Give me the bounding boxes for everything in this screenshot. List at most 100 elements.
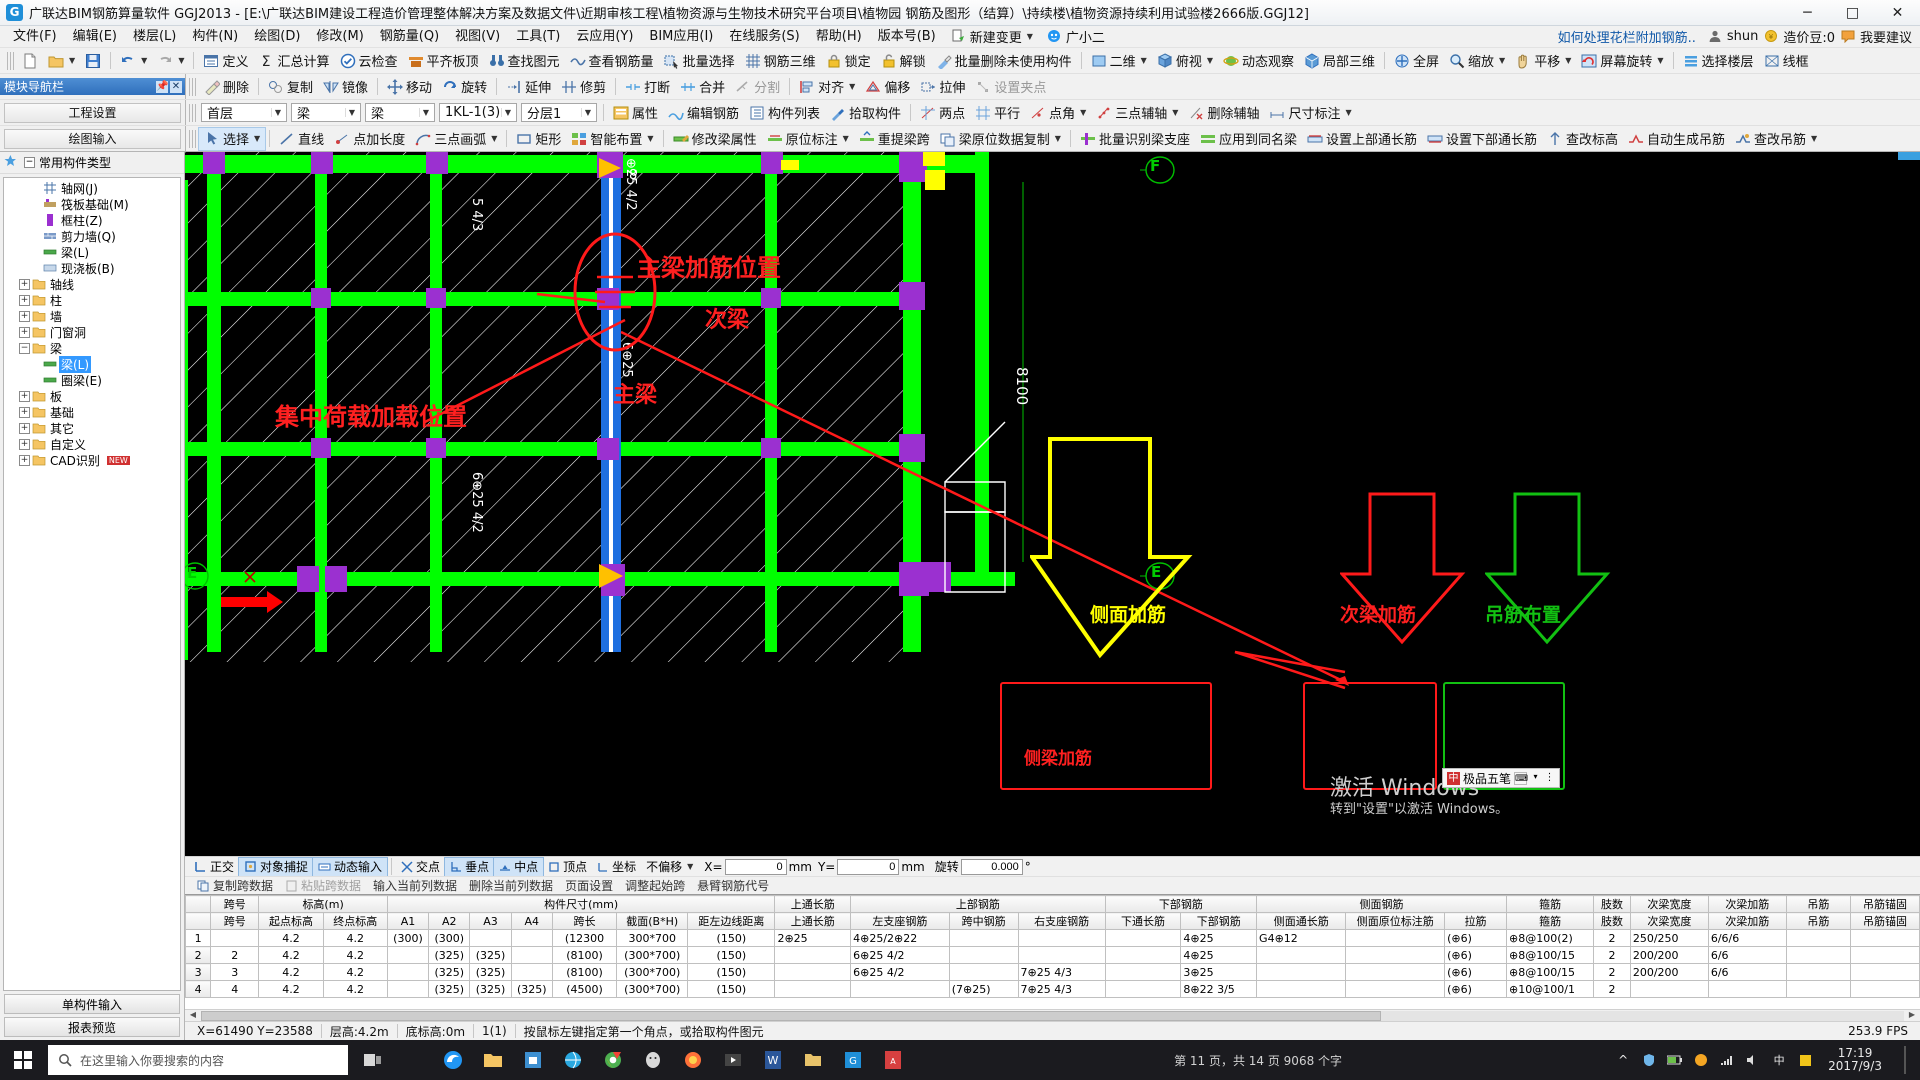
minimize-button[interactable]: ─ [1785,0,1830,26]
cantilever-rebar-code-button[interactable]: 悬臂钢筋代号 [691,877,775,894]
pick-component-button[interactable]: 拾取构件 [825,102,906,124]
table-cell-hanger[interactable] [1785,980,1852,998]
table-cell-legs[interactable]: 2 [1593,963,1631,981]
new-file-button[interactable] [17,50,43,72]
pin-icon[interactable]: 📌 [156,80,168,93]
chevron-down-icon[interactable]: ▼ [843,134,849,143]
tray-shield-icon[interactable] [1638,1040,1660,1080]
tree-item-9[interactable]: + 门窗洞 [4,324,180,340]
table-cell-end_elev[interactable]: 4.2 [322,963,388,981]
chevron-down-icon[interactable]: ▼ [1657,56,1663,65]
table-cell-a4[interactable] [510,963,553,981]
tree-item-17[interactable]: + CAD识别 NEW [4,452,180,468]
table-cell-hanger[interactable] [1785,929,1852,947]
table-cell-top_through[interactable] [774,980,852,998]
table-cell-a1[interactable] [386,980,430,998]
line-button[interactable]: 直线 [274,128,329,150]
beam-data-copy-button[interactable]: 梁原位数据复制 ▼ [935,128,1066,150]
batch-recognize-support-button[interactable]: 批量识别梁支座 [1075,128,1195,150]
chrome-icon[interactable] [594,1040,632,1080]
start-button[interactable] [0,1040,46,1080]
store-icon[interactable] [514,1040,552,1080]
tree-item-13[interactable]: + 板 [4,388,180,404]
table-cell-hanger[interactable] [1785,963,1852,981]
taskbar-clock[interactable]: 17:19 2017/9/3 [1820,1047,1890,1073]
table-cell-span[interactable]: 2 [210,946,260,964]
offset-button[interactable]: 偏移 [860,76,915,98]
table-cell-left_sup[interactable] [850,980,950,998]
project-settings-button[interactable]: 工程设置 [4,102,181,123]
table-cell-section[interactable]: (300*700) [616,980,689,998]
table-cell-bot_through[interactable] [1104,963,1182,981]
component-list-button[interactable]: 构件列表 [744,102,825,124]
table-cell-bot[interactable]: 8⊕22 3/5 [1180,980,1258,998]
table-cell-tie[interactable]: (⊕6) [1444,929,1508,947]
delete-button[interactable]: 删除 [199,76,254,98]
vertex-snap-toggle[interactable]: 顶点 [543,858,592,876]
fullscreen-button[interactable]: 全屏 [1389,50,1444,72]
grid-column-header[interactable]: 起点标高 [258,912,324,930]
table-row[interactable]: 2 2 4.2 4.2 (325) (325) (8100) (300*700) (150) 6⊕… [185,946,1920,964]
object-snap-toggle[interactable]: 对象捕捉 [238,856,315,877]
beam-rebar-table[interactable]: 跨号 标高(m) 构件尺寸(mm) 上通长筋 上部钢筋 下部钢筋 侧面钢筋 箍筋 肢数 次梁宽度次… [185,894,1920,1009]
tree-expander-icon[interactable]: + [19,278,30,290]
rebar-3d-button[interactable]: 钢筋三维 [740,50,821,72]
top-view-button[interactable]: 俯视 ▼ [1152,50,1218,72]
tree-item-2[interactable]: 框柱(Z) [4,212,180,228]
scroll-right-icon[interactable]: ▶ [1904,1010,1920,1022]
grid-column-header[interactable]: 吊筋锚固 [1850,912,1920,930]
table-cell-side_through[interactable] [1256,980,1347,998]
table-cell-sec_width[interactable] [1629,980,1709,998]
qq-icon[interactable] [634,1040,672,1080]
ime-keyboard-icon[interactable]: ⌨ [1514,771,1528,785]
grid-column-header[interactable]: 跨中钢筋 [948,912,1019,930]
assistant-button[interactable]: 广小二 [1040,27,1112,46]
table-cell-hanger[interactable] [1785,946,1852,964]
dynamic-observe-button[interactable]: 动态观察 [1218,50,1299,72]
chevron-down-icon[interactable]: ▼ [345,108,358,117]
batch-select-button[interactable]: 批量选择 [659,50,740,72]
find-element-button[interactable]: 查找图元 [484,50,565,72]
table-cell-sec_width[interactable]: 200/200 [1629,946,1709,964]
cloud-check-button[interactable]: 云检查 [335,50,403,72]
tree-item-0[interactable]: 轴网(J) [4,180,180,196]
split-button[interactable]: 分割 [730,76,785,98]
open-file-button[interactable]: ▼ [43,50,80,72]
table-cell-bot_through[interactable] [1104,980,1182,998]
canvas-nav-orb[interactable] [1898,152,1920,160]
dimension-button[interactable]: 尺寸标注 ▼ [1264,102,1356,124]
folder-icon[interactable] [474,1040,512,1080]
dynamic-input-toggle[interactable]: 动态输入 [312,856,389,877]
table-cell-left_sup[interactable]: 6⊕25 4/2 [850,963,950,981]
table-cell-side_pos[interactable] [1345,980,1446,998]
tree-item-16[interactable]: + 自定义 [4,436,180,452]
point-length-button[interactable]: 点加长度 [329,128,410,150]
table-cell-num[interactable]: 3 [185,963,212,981]
pan-button[interactable]: 平移 ▼ [1510,50,1576,72]
set-top-through-button[interactable]: 设置上部通长筋 [1302,128,1422,150]
table-cell-length[interactable]: (8100) [551,963,618,981]
table-cell-length[interactable]: (4500) [551,980,618,998]
table-cell-side_through[interactable]: G4⊕12 [1256,929,1347,947]
tree-item-7[interactable]: + 柱 [4,292,180,308]
chevron-down-icon[interactable]: ▼ [69,56,75,65]
table-cell-start_elev[interactable]: 4.2 [258,963,324,981]
table-cell-mid[interactable] [948,963,1019,981]
table-cell-tie[interactable]: (⊕6) [1444,946,1508,964]
table-cell-side_pos[interactable] [1345,929,1446,947]
tray-notes-icon[interactable] [1794,1040,1816,1080]
table-cell-start_elev[interactable]: 4.2 [258,929,324,947]
properties-button[interactable]: 属性 [608,102,663,124]
apply-same-beam-button[interactable]: 应用到同名梁 [1195,128,1302,150]
tray-volume-icon[interactable] [1742,1040,1764,1080]
menu-cloud[interactable]: 云应用(Y) [568,26,641,48]
single-component-input-button[interactable]: 单构件输入 [4,994,180,1014]
ime-menu-icon[interactable]: ⋮ [1544,772,1555,785]
flatten-slab-button[interactable]: 平齐板顶 [403,50,484,72]
table-cell-mid[interactable]: (7⊕25) [948,980,1019,998]
table-cell-sec_width[interactable]: 250/250 [1629,929,1709,947]
close-panel-icon[interactable]: ✕ [170,80,182,93]
wireframe-button[interactable]: 线框 [1759,50,1814,72]
table-cell-stirrup[interactable]: ⊕10@100/1 [1506,980,1595,998]
define-button[interactable]: 定义 [198,50,253,72]
